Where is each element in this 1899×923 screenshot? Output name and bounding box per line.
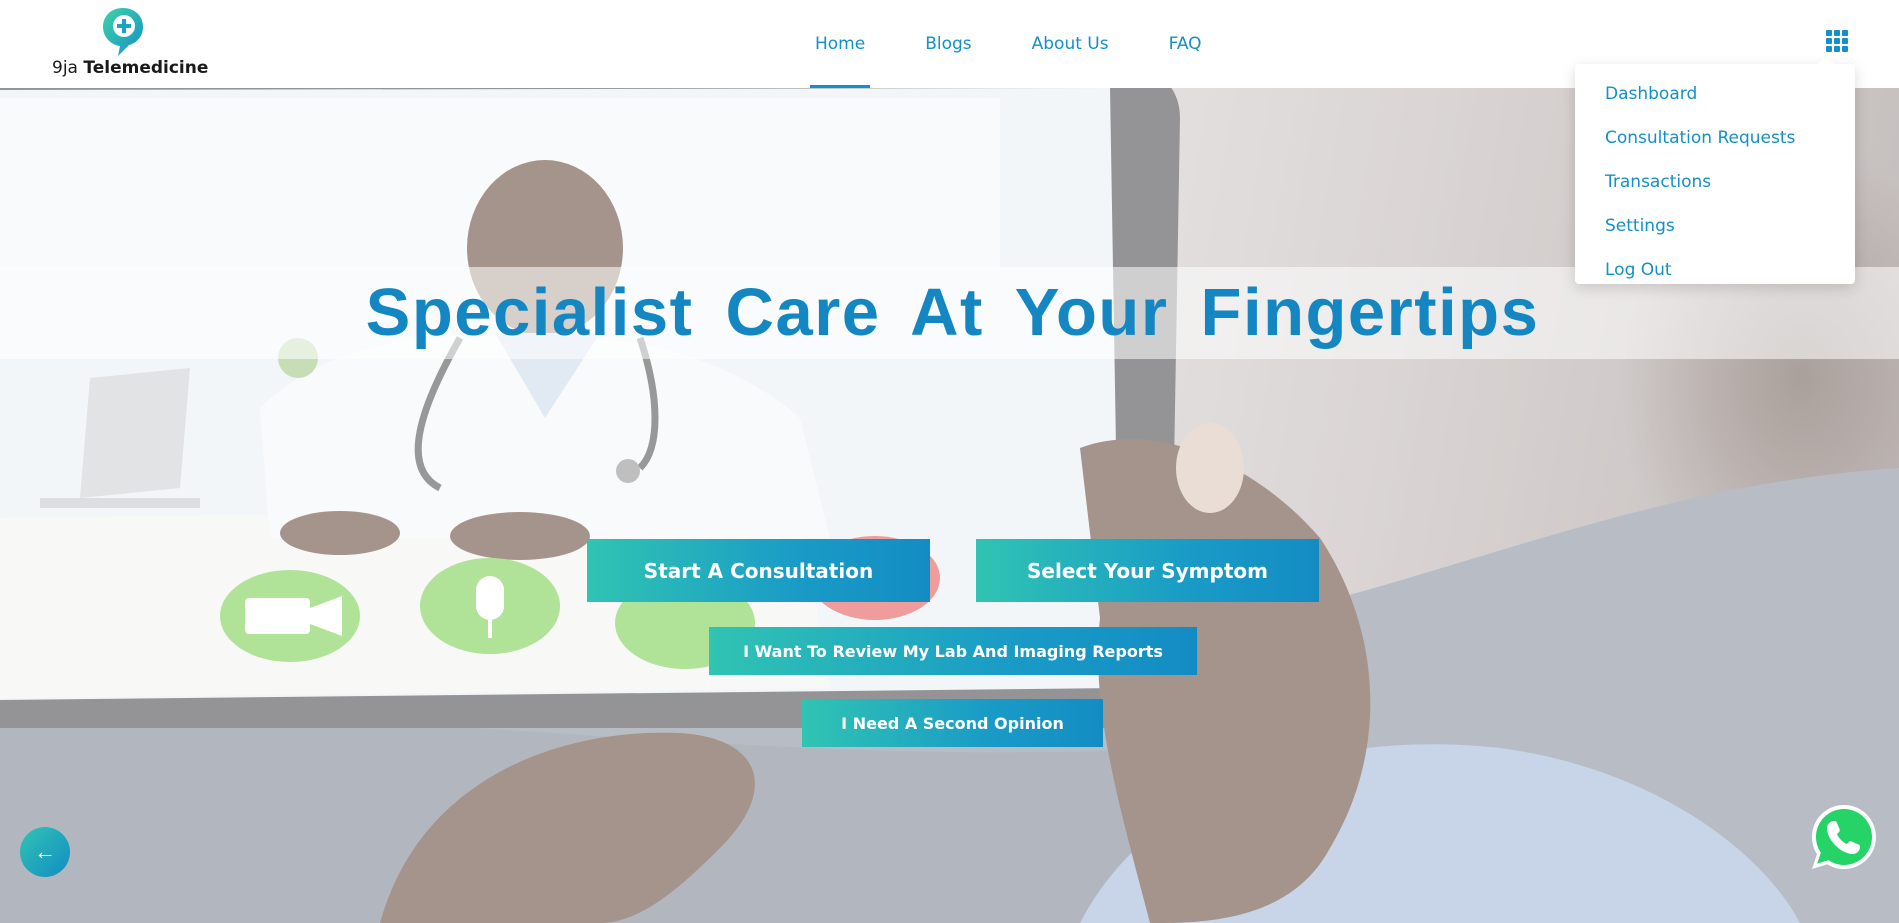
second-opinion-button[interactable]: I Need A Second Opinion (802, 699, 1103, 747)
grid-dot (1826, 30, 1832, 36)
brand-prefix: 9ja (52, 58, 78, 78)
nav-item-about-us[interactable]: About Us (1027, 0, 1114, 88)
start-consultation-button[interactable]: Start A Consultation (587, 539, 930, 602)
menu-item-consultation-requests[interactable]: Consultation Requests (1575, 116, 1855, 160)
nav-item-blogs[interactable]: Blogs (920, 0, 976, 88)
menu-item-log-out[interactable]: Log Out (1575, 248, 1855, 292)
menu-item-settings[interactable]: Settings (1575, 204, 1855, 248)
grid-dot (1842, 46, 1848, 52)
user-menu-dropdown: Dashboard Consultation Requests Transact… (1575, 56, 1855, 284)
brand-name: 9ja Telemedicine (52, 58, 208, 78)
grid-dot (1842, 30, 1848, 36)
select-symptom-button[interactable]: Select Your Symptom (976, 539, 1319, 602)
menu-item-transactions[interactable]: Transactions (1575, 160, 1855, 204)
grid-icon[interactable] (1826, 30, 1848, 52)
logo-icon (103, 8, 143, 56)
site-logo[interactable]: 9ja Telemedicine (52, 6, 208, 80)
nav-item-faq[interactable]: FAQ (1164, 0, 1207, 88)
nav-item-home[interactable]: Home (810, 0, 871, 88)
grid-dot (1834, 46, 1840, 52)
main-nav: Home Blogs About Us FAQ (810, 0, 1257, 88)
grid-dot (1826, 46, 1832, 52)
grid-dot (1842, 38, 1848, 44)
review-reports-button[interactable]: I Want To Review My Lab And Imaging Repo… (709, 627, 1197, 675)
brand-suffix: Telemedicine (83, 58, 209, 78)
grid-dot (1826, 38, 1832, 44)
grid-dot (1834, 30, 1840, 36)
arrow-left-icon: ← (34, 839, 56, 864)
back-button[interactable]: ← (20, 827, 70, 877)
grid-dot (1834, 38, 1840, 44)
whatsapp-icon[interactable] (1808, 801, 1880, 873)
menu-item-dashboard[interactable]: Dashboard (1575, 72, 1855, 116)
